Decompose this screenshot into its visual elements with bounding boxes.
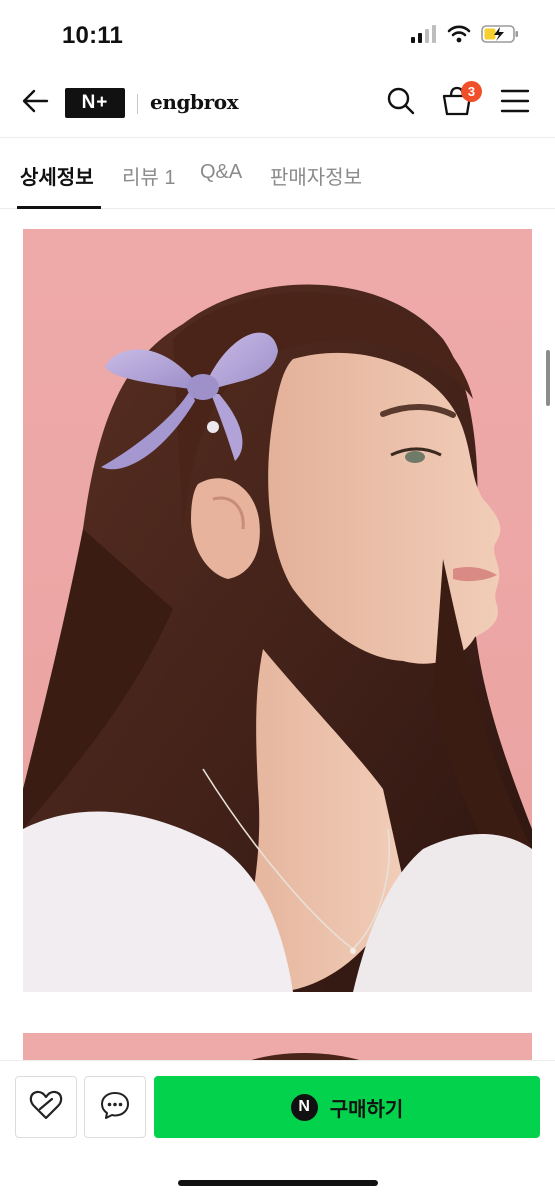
heart-outline-icon — [29, 1089, 63, 1126]
battery-charging-icon — [481, 24, 519, 49]
top-navigation-bar: N+ engbrox 3 — [0, 70, 555, 138]
tab-details[interactable]: 상세정보 — [20, 161, 94, 209]
tab-reviews[interactable]: 리뷰 1 — [122, 161, 175, 209]
search-button[interactable] — [384, 86, 418, 120]
buy-button[interactable]: N 구매하기 — [154, 1076, 540, 1138]
search-icon — [386, 86, 416, 121]
naver-plus-logo[interactable]: N+ — [65, 88, 125, 118]
bottom-action-bar: N 구매하기 — [0, 1060, 555, 1200]
chat-bubble-icon — [99, 1090, 131, 1125]
back-arrow-icon — [21, 87, 49, 120]
cart-count-badge: 3 — [461, 81, 482, 102]
status-icons — [411, 24, 519, 49]
status-time: 10:11 — [62, 22, 124, 49]
menu-icon — [500, 88, 530, 119]
product-detail-image — [23, 229, 532, 992]
chat-button[interactable] — [84, 1076, 146, 1138]
hair-bow-model-photo — [23, 229, 532, 992]
tab-seller-info[interactable]: 판매자정보 — [270, 161, 362, 209]
store-name[interactable]: engbrox — [150, 90, 239, 114]
wishlist-button[interactable] — [15, 1076, 77, 1138]
naver-pay-icon: N — [290, 1093, 318, 1121]
naver-plus-logo-text: N+ — [65, 88, 125, 118]
product-tabs: 상세정보 리뷰 1 Q&A 판매자정보 — [0, 139, 555, 209]
status-bar: 10:11 — [0, 0, 555, 70]
home-indicator — [178, 1180, 378, 1186]
tab-qna[interactable]: Q&A — [200, 161, 242, 209]
back-button[interactable] — [18, 86, 52, 120]
scrollbar[interactable] — [546, 350, 550, 406]
wifi-icon — [447, 25, 471, 48]
logo-divider — [137, 94, 138, 114]
menu-button[interactable] — [498, 86, 532, 120]
cellular-signal-icon — [411, 25, 437, 48]
buy-button-label: 구매하기 — [329, 1098, 404, 1121]
cart-button[interactable]: 3 — [440, 81, 482, 120]
active-tab-indicator — [17, 206, 101, 209]
